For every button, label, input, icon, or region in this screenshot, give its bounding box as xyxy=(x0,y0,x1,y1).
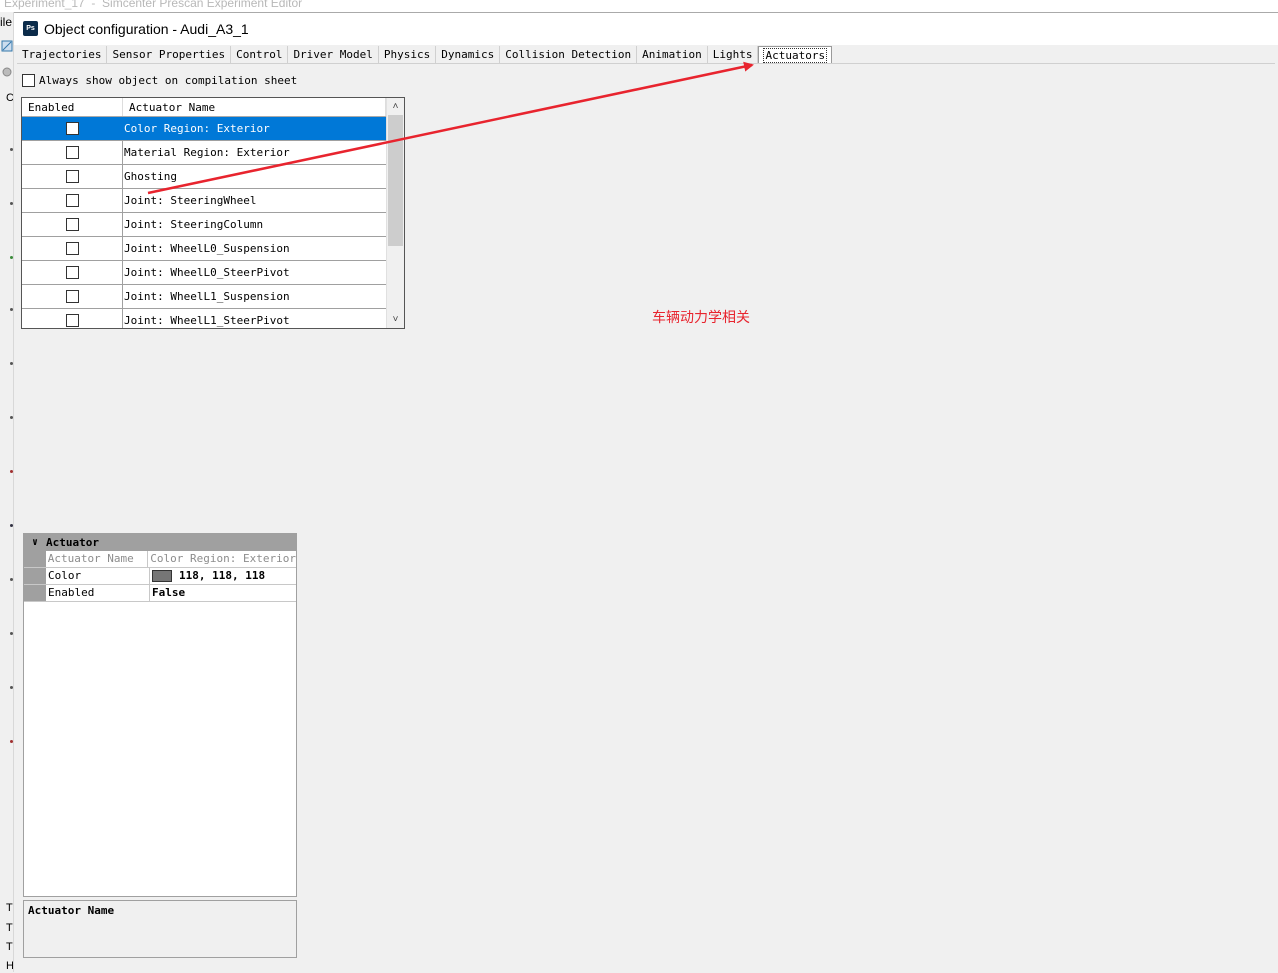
property-grid: ∨ Actuator Actuator Name Color Region: E… xyxy=(23,533,297,897)
toolbar-tool-icon[interactable] xyxy=(1,40,13,52)
window-titlebar[interactable]: Ps Object configuration - Audi_A3_1 xyxy=(14,13,1278,45)
row-enabled-checkbox[interactable] xyxy=(65,218,79,231)
tab-dynamics[interactable]: Dynamics xyxy=(436,46,501,63)
background-dot xyxy=(10,470,13,473)
annotation-text: 车辆动力学相关 xyxy=(652,310,750,326)
row-enabled-checkbox[interactable] xyxy=(65,194,79,207)
table-row[interactable]: Joint: WheelL0_SteerPivot xyxy=(22,261,386,285)
background-label: H xyxy=(6,960,14,972)
row-actuator-name: Material Region: Exterior xyxy=(124,146,290,159)
background-label: C xyxy=(6,92,14,104)
background-dot xyxy=(10,308,13,311)
row-enabled-checkbox[interactable] xyxy=(65,122,79,135)
table-row[interactable]: Joint: WheelL0_Suspension xyxy=(22,237,386,261)
row-actuator-name: Joint: WheelL0_SteerPivot xyxy=(124,266,290,279)
property-value[interactable]: False xyxy=(150,585,296,601)
row-actuator-name: Ghosting xyxy=(124,170,177,183)
property-name: Enabled xyxy=(46,585,150,601)
background-dot xyxy=(10,202,13,205)
row-enabled-checkbox[interactable] xyxy=(65,266,79,279)
property-description-panel: Actuator Name xyxy=(23,900,297,958)
tab-collision-detection[interactable]: Collision Detection xyxy=(500,46,638,63)
tab-trajectories[interactable]: Trajectories xyxy=(17,46,108,63)
property-row-actuator-name[interactable]: Actuator Name Color Region: Exterior xyxy=(24,551,296,568)
background-dot xyxy=(10,686,13,689)
tab-actuators[interactable]: Actuators xyxy=(758,46,833,63)
table-row[interactable]: Ghosting xyxy=(22,165,386,189)
tab-strip: Trajectories Sensor Properties Control D… xyxy=(17,46,1275,64)
background-label: T xyxy=(6,902,13,914)
actuator-grid-body: Color Region: Exterior Material Region: … xyxy=(22,117,386,328)
row-enabled-checkbox[interactable] xyxy=(65,146,79,159)
tab-lights[interactable]: Lights xyxy=(707,46,759,63)
always-show-row: Always show object on compilation sheet xyxy=(22,74,297,87)
description-title: Actuator Name xyxy=(28,904,115,917)
background-dot xyxy=(10,578,13,581)
tab-physics[interactable]: Physics xyxy=(378,46,437,63)
row-actuator-name: Joint: WheelL1_SteerPivot xyxy=(124,314,290,327)
row-enabled-checkbox[interactable] xyxy=(65,170,79,183)
tab-driver-model[interactable]: Driver Model xyxy=(288,46,379,63)
background-dot xyxy=(10,632,13,635)
table-row[interactable]: Joint: WheelL1_SteerPivot xyxy=(22,309,386,328)
row-actuator-name: Joint: SteeringColumn xyxy=(124,218,264,231)
row-enabled-checkbox[interactable] xyxy=(65,242,79,255)
property-row-color[interactable]: Color 118, 118, 118 xyxy=(24,568,296,585)
row-enabled-checkbox[interactable] xyxy=(65,290,79,303)
background-dot xyxy=(10,256,13,259)
scrollbar-thumb[interactable] xyxy=(388,115,403,246)
property-value[interactable]: 118, 118, 118 xyxy=(150,568,296,584)
table-row[interactable]: Color Region: Exterior xyxy=(22,117,386,141)
background-dot xyxy=(10,362,13,365)
property-row-enabled[interactable]: Enabled False xyxy=(24,585,296,602)
tab-sensor-properties[interactable]: Sensor Properties xyxy=(107,46,232,63)
row-enabled-checkbox[interactable] xyxy=(65,314,79,327)
background-dot xyxy=(10,524,13,527)
chevron-down-icon[interactable]: ∨ xyxy=(24,537,46,548)
row-actuator-name: Joint: WheelL0_Suspension xyxy=(124,242,290,255)
prescan-app-icon: Ps xyxy=(23,21,38,36)
background-editor-strip: ile C T T T H xyxy=(0,12,14,972)
row-actuator-name: Joint: SteeringWheel xyxy=(124,194,257,207)
actuator-grid: Enabled Actuator Name Color Region: Exte… xyxy=(21,97,405,329)
tab-control[interactable]: Control xyxy=(231,46,289,63)
property-category-actuator[interactable]: ∨ Actuator xyxy=(24,534,296,551)
always-show-label: Always show object on compilation sheet xyxy=(39,74,298,87)
table-row[interactable]: Joint: SteeringColumn xyxy=(22,213,386,237)
window-title: Object configuration - Audi_A3_1 xyxy=(44,21,249,37)
column-header-enabled[interactable]: Enabled xyxy=(22,98,123,116)
column-header-actuator-name[interactable]: Actuator Name xyxy=(123,98,386,116)
property-name: Color xyxy=(46,568,150,584)
background-dot xyxy=(10,416,13,419)
background-label: T xyxy=(6,941,13,953)
background-dot xyxy=(10,740,13,743)
property-name: Actuator Name xyxy=(46,551,149,567)
background-label: T xyxy=(6,922,13,934)
property-value: Color Region: Exterior xyxy=(150,552,296,565)
scroll-down-arrow-icon[interactable]: ˅ xyxy=(387,311,404,328)
row-actuator-name: Color Region: Exterior xyxy=(124,122,270,135)
row-actuator-name: Joint: WheelL1_Suspension xyxy=(124,290,290,303)
actuator-grid-header: Enabled Actuator Name xyxy=(22,98,386,117)
toolbar-gear-icon[interactable] xyxy=(1,66,13,78)
object-configuration-window: Ps Object configuration - Audi_A3_1 Traj… xyxy=(14,12,1278,972)
grid-vertical-scrollbar[interactable]: ˄ ˅ xyxy=(386,98,404,328)
always-show-checkbox[interactable] xyxy=(22,74,35,87)
background-menu-file[interactable]: ile xyxy=(0,15,12,29)
table-row[interactable]: Joint: WheelL1_Suspension xyxy=(22,285,386,309)
table-row[interactable]: Material Region: Exterior xyxy=(22,141,386,165)
tab-animation[interactable]: Animation xyxy=(637,46,708,63)
table-row[interactable]: Joint: SteeringWheel xyxy=(22,189,386,213)
scroll-up-arrow-icon[interactable]: ˄ xyxy=(387,98,404,115)
background-dot xyxy=(10,148,13,151)
background-window-title: Experiment_17 - Simcenter Prescan Experi… xyxy=(0,0,1278,12)
color-swatch[interactable] xyxy=(152,570,172,582)
